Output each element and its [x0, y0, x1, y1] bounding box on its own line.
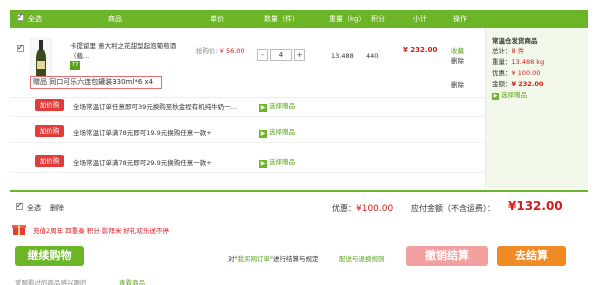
product-subtotal: ¥ 232.00 — [403, 46, 438, 54]
gift-delete-link[interactable]: 删除 — [451, 79, 464, 89]
recent-viewed-label: 爱聊看过的商品感兴趣的 — [15, 279, 87, 285]
gift-item: 赠品 同口可乐六连包罐装330ml*6 x4 — [30, 76, 162, 89]
summary-title: 常温仓发货商品 — [492, 37, 538, 45]
product-points: 440 — [366, 52, 379, 60]
header-action: 操作 — [453, 15, 467, 23]
promo-select-gift[interactable]: ▶ 选择赠品 — [259, 126, 295, 138]
cart-header: 全选 商品 单价 数量（件） 重量（kg） 积分 小计 操作 — [10, 10, 588, 28]
qty-minus-button[interactable]: - — [257, 49, 268, 61]
product-price: 抢购价: ¥ 56.00 — [196, 45, 245, 55]
warehouse-summary: 常温仓发货商品 总计：8 件 重量：13.488 kg 优惠：¥ 100.00 … — [485, 28, 588, 188]
summary-weight: 重量：13.488 kg — [492, 58, 545, 66]
footer-select-all[interactable]: 全选 — [27, 203, 41, 213]
price-value: ¥ 56.00 — [219, 47, 245, 55]
summary-amount: 金额：¥ 232.00 — [492, 80, 544, 88]
promo-text: 全场常温订单任意即可39元换购至秋金程有机纯牛奶一... — [73, 103, 237, 111]
footer-select-all-checkbox[interactable] — [16, 201, 23, 210]
header-weight: 重量（kg） — [329, 15, 366, 23]
promo-text: 全场常温订单满78元即可19.9元换购任意一款+ — [73, 129, 212, 137]
header-product: 商品 — [108, 15, 122, 23]
footer-payable: ¥132.00 — [508, 199, 563, 213]
header-points: 积分 — [371, 15, 385, 23]
product-name[interactable]: 卡提留里 意大利之花甜型起泡葡萄酒（载... — [70, 41, 190, 61]
arrow-right-icon: ▶ — [492, 93, 499, 100]
order-link[interactable]: 我买网订单 — [238, 255, 271, 263]
promo-select-gift[interactable]: ▶ 选择赠品 — [259, 156, 295, 168]
order-rules-hint: 对"我买网订单"进行结算与规定 — [228, 255, 319, 263]
favorite-link[interactable]: 收藏 — [451, 45, 464, 55]
promo-select-gift[interactable]: ▶ 选择赠品 — [259, 100, 295, 112]
qty-input[interactable]: 4 — [270, 49, 292, 61]
gift-box-icon — [12, 222, 26, 236]
header-select-all[interactable]: 全选 — [28, 14, 42, 24]
summary-total: 总计：8 件 — [492, 47, 525, 55]
header-unit-price: 单价 — [210, 15, 224, 23]
divider — [10, 190, 588, 192]
footer-delete[interactable]: 删除 — [50, 203, 64, 213]
promo-tag: 加价购 — [35, 99, 64, 111]
wine-bottle-image[interactable] — [30, 38, 52, 80]
summary-discount: 优惠：¥ 100.00 — [492, 69, 541, 77]
anniversary-banner[interactable]: 充值2周年 四重奏 积分 影拜米 好礼欢乐送不停 — [33, 225, 169, 235]
product-weight: 13.488 — [331, 52, 354, 60]
arrow-right-icon: ▶ — [259, 160, 267, 168]
header-select-all-checkbox[interactable] — [17, 12, 24, 23]
footer-payable-label: 应付金额（不含运费）： — [411, 204, 495, 213]
header-subtotal: 小计 — [413, 15, 427, 23]
header-quantity: 数量（件） — [264, 15, 299, 23]
promo-tag: 加价购 — [35, 155, 64, 167]
continue-shopping-button[interactable]: 继续购物 — [15, 246, 84, 266]
promo-row: 加价购 全场常温订单任意即可39元换购至秋金程有机纯牛奶一... ▶ 选择赠品 — [10, 94, 485, 117]
price-label: 抢购价: — [196, 47, 220, 55]
promo-text: 全场常温订单满78元即可29.9元换购任意一款+ — [73, 159, 212, 167]
promo-row: 加价购 全场常温订单满78元即可19.9元换购任意一款+ ▶ 选择赠品 — [10, 120, 485, 143]
promo-tag: 加价购 — [35, 125, 64, 137]
footer-discount: 优惠：¥100.00 — [332, 204, 394, 214]
product-checkbox[interactable] — [17, 43, 24, 52]
qty-plus-button[interactable]: + — [294, 49, 305, 61]
summary-gift-link[interactable]: ▶ 选择赠品 — [492, 89, 527, 100]
recent-viewed-tab[interactable]: 查看商品 — [119, 277, 145, 285]
product-badge: 77 — [70, 61, 80, 70]
arrow-right-icon: ▶ — [259, 104, 267, 112]
delete-link[interactable]: 删除 — [451, 55, 464, 65]
promo-row: 加价购 全场常温订单满78元即可29.9元换购任意一款+ ▶ 选择赠品 — [10, 150, 485, 173]
arrow-right-icon: ▶ — [259, 130, 267, 138]
checkout-button[interactable]: 去结算 — [497, 246, 566, 266]
cancel-checkout-button[interactable]: 撤销结算 — [406, 246, 488, 266]
delivery-rules-link[interactable]: 配送与退换规则 — [339, 253, 385, 263]
